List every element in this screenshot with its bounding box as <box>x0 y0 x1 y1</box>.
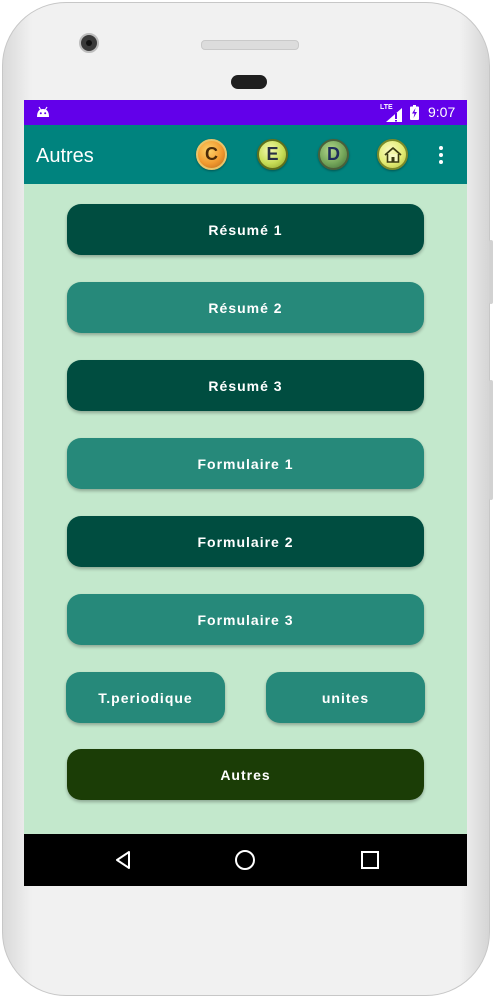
earpiece-speaker <box>201 40 299 50</box>
resume-2-button[interactable]: Résumé 2 <box>67 282 424 333</box>
power-button <box>489 380 493 500</box>
formulaire-3-button[interactable]: Formulaire 3 <box>67 594 424 645</box>
proximity-sensor <box>231 75 267 89</box>
d-badge-label: D <box>327 144 340 164</box>
recents-icon[interactable] <box>361 851 379 869</box>
battery-charging-icon <box>410 105 419 120</box>
formulaire-2-button[interactable]: Formulaire 2 <box>67 516 424 567</box>
formulaire-1-button[interactable]: Formulaire 1 <box>67 438 424 489</box>
house-icon <box>383 146 402 163</box>
resume-3-button[interactable]: Résumé 3 <box>67 360 424 411</box>
page-title: Autres <box>36 145 94 167</box>
overflow-menu-icon[interactable] <box>438 146 444 164</box>
front-camera <box>79 33 99 53</box>
back-icon[interactable] <box>113 850 133 870</box>
app-bar: Autres C E D <box>24 125 467 184</box>
d-badge-icon[interactable]: D <box>318 139 349 170</box>
status-time: 9:07 <box>428 104 456 120</box>
navigation-bar <box>24 834 467 886</box>
volume-button <box>489 240 493 304</box>
c-badge-label: C <box>205 144 218 164</box>
autres-button[interactable]: Autres <box>67 749 424 800</box>
screen: LTE 9:07 Autres C E D Résumé 1 Résumé 2 … <box>24 100 467 886</box>
e-badge-icon[interactable]: E <box>257 139 288 170</box>
resume-1-button[interactable]: Résumé 1 <box>67 204 424 255</box>
c-badge-icon[interactable]: C <box>196 139 227 170</box>
e-badge-label: E <box>266 144 279 164</box>
home-icon[interactable] <box>377 139 408 170</box>
tperiodique-button[interactable]: T.periodique <box>66 672 225 723</box>
android-icon <box>37 106 49 117</box>
unites-button[interactable]: unites <box>266 672 425 723</box>
home-circle-icon[interactable] <box>234 849 256 871</box>
status-bar: LTE 9:07 <box>24 100 467 125</box>
lte-signal-icon: LTE <box>380 104 404 122</box>
